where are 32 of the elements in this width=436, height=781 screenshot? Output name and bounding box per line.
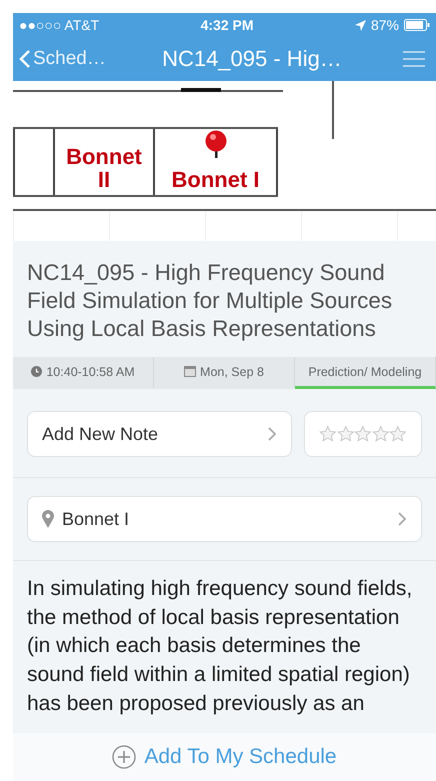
add-note-button[interactable]: Add New Note bbox=[27, 411, 292, 458]
status-time: 4:32 PM bbox=[200, 17, 254, 33]
star-icon bbox=[319, 424, 337, 444]
battery-icon bbox=[404, 19, 430, 31]
room[interactable]: Bonnet II bbox=[53, 129, 153, 195]
star-rating[interactable] bbox=[304, 411, 422, 458]
star-icon bbox=[354, 424, 372, 444]
star-icon bbox=[336, 424, 354, 444]
location-button[interactable]: Bonnet I bbox=[27, 496, 422, 542]
room-label: Bonnet II bbox=[65, 144, 143, 191]
info-tab[interactable]: Prediction/ Modeling bbox=[295, 357, 436, 390]
chevron-right-icon bbox=[267, 426, 277, 442]
chevron-left-icon bbox=[19, 49, 31, 69]
star-icon bbox=[372, 424, 390, 444]
info-tab[interactable]: Mon, Sep 8 bbox=[154, 357, 295, 390]
carrier-text: ●●○○○ AT&T bbox=[19, 17, 100, 33]
pin-icon bbox=[204, 130, 228, 158]
floor-plan[interactable]: Bonnet II Bonnet I bbox=[13, 81, 436, 211]
battery-text: 87% bbox=[370, 17, 399, 33]
plus-circle-icon bbox=[112, 745, 136, 769]
clock-icon bbox=[31, 366, 42, 378]
calendar-icon bbox=[184, 366, 196, 378]
room[interactable]: Bonnet I bbox=[153, 129, 278, 195]
location-pin-icon bbox=[42, 510, 54, 528]
info-tab[interactable]: 10:40-10:58 AM bbox=[13, 357, 154, 390]
abstract-text: In simulating high frequency sound fields, the method of local basis representation (in which each basis determines the sound field within a limited spatial region) has been proposed previously as an bbox=[27, 577, 412, 715]
session-title: NC14_095 - High Frequency Sound Field Simulation for Multiple Sources Using Local Basis Representations bbox=[26, 259, 394, 344]
room-label: Bonnet I bbox=[172, 168, 260, 191]
location-arrow-icon bbox=[354, 20, 366, 30]
chevron-right-icon bbox=[397, 511, 407, 528]
star-icon bbox=[389, 424, 407, 444]
nav-title: NC14_095 - Hig… bbox=[161, 46, 343, 72]
